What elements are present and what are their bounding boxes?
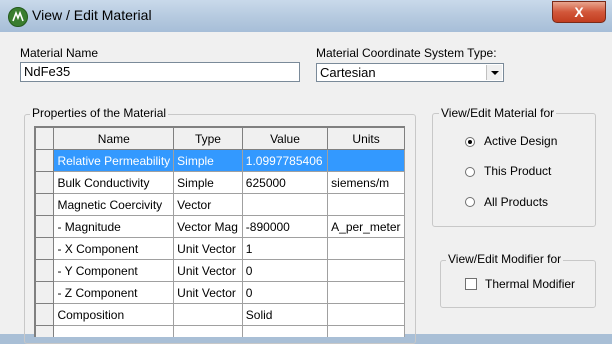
property-units[interactable] bbox=[327, 237, 405, 260]
thermal-modifier-label[interactable]: Thermal Modifier bbox=[485, 277, 575, 291]
property-value[interactable]: 1.0997785406 bbox=[241, 149, 329, 172]
table-row[interactable]: - Z Component Unit Vector 0 bbox=[35, 281, 405, 304]
property-units[interactable] bbox=[327, 149, 405, 172]
property-units[interactable] bbox=[327, 303, 405, 326]
radio-all-products[interactable] bbox=[465, 197, 475, 207]
view-edit-material-dialog: View / Edit Material X Material Name NdF… bbox=[0, 0, 612, 344]
properties-group-title: Properties of the Material bbox=[30, 106, 169, 120]
corner-cell bbox=[35, 127, 55, 150]
property-units[interactable] bbox=[327, 281, 405, 304]
close-button[interactable]: X bbox=[552, 1, 606, 23]
row-header[interactable] bbox=[35, 171, 55, 194]
table-row[interactable]: - Magnitude Vector Mag -890000 A_per_met… bbox=[35, 215, 405, 238]
empty-cell[interactable] bbox=[327, 325, 405, 337]
property-name[interactable]: - Z Component bbox=[53, 281, 175, 304]
table-row[interactable]: - X Component Unit Vector 1 bbox=[35, 237, 405, 260]
properties-table: Name Type Value Units Relative Permeabil… bbox=[34, 126, 405, 337]
property-type[interactable]: Simple bbox=[173, 171, 243, 194]
material-name-input[interactable]: NdFe35 bbox=[20, 62, 300, 82]
property-type[interactable]: Simple bbox=[173, 149, 243, 172]
table-row[interactable]: Relative Permeability Simple 1.099778540… bbox=[35, 149, 405, 172]
coordinate-system-select[interactable]: Cartesian bbox=[316, 63, 504, 82]
property-name[interactable]: Bulk Conductivity bbox=[53, 171, 175, 194]
table-row[interactable]: Bulk Conductivity Simple 625000 siemens/… bbox=[35, 171, 405, 194]
table-row[interactable]: - Y Component Unit Vector 0 bbox=[35, 259, 405, 282]
column-header-units[interactable]: Units bbox=[327, 127, 405, 150]
property-value[interactable]: Solid bbox=[241, 303, 329, 326]
view-edit-for-title: View/Edit Material for bbox=[439, 106, 557, 120]
row-header[interactable] bbox=[35, 193, 55, 216]
table-row[interactable] bbox=[35, 325, 405, 337]
property-name[interactable]: Relative Permeability bbox=[53, 149, 175, 172]
table-row[interactable]: Magnetic Coercivity Vector bbox=[35, 193, 405, 216]
property-units[interactable] bbox=[327, 193, 405, 216]
property-value[interactable]: 625000 bbox=[241, 171, 329, 194]
app-logo-icon bbox=[8, 7, 28, 27]
property-type[interactable]: Vector bbox=[173, 193, 243, 216]
material-name-label: Material Name bbox=[20, 46, 99, 60]
row-header[interactable] bbox=[35, 259, 55, 282]
property-type[interactable] bbox=[173, 303, 243, 326]
property-units[interactable] bbox=[327, 259, 405, 282]
property-units[interactable]: siemens/m bbox=[327, 171, 405, 194]
radio-this-product-label[interactable]: This Product bbox=[484, 164, 551, 178]
radio-active-design[interactable] bbox=[465, 137, 475, 147]
property-value[interactable] bbox=[241, 193, 329, 216]
column-header-value[interactable]: Value bbox=[241, 127, 329, 150]
property-value[interactable]: -890000 bbox=[241, 215, 329, 238]
radio-all-products-label[interactable]: All Products bbox=[484, 195, 548, 209]
radio-active-design-label[interactable]: Active Design bbox=[484, 134, 557, 148]
property-value[interactable]: 0 bbox=[241, 259, 329, 282]
property-type[interactable]: Unit Vector bbox=[173, 237, 243, 260]
coordinate-system-value: Cartesian bbox=[320, 65, 376, 80]
empty-cell[interactable] bbox=[173, 325, 243, 337]
property-name[interactable]: - X Component bbox=[53, 237, 175, 260]
empty-cell[interactable] bbox=[241, 325, 329, 337]
row-header[interactable] bbox=[35, 237, 55, 260]
title-bar[interactable]: View / Edit Material X bbox=[0, 0, 612, 32]
property-name[interactable]: Composition bbox=[53, 303, 175, 326]
empty-cell[interactable] bbox=[53, 325, 175, 337]
row-header[interactable] bbox=[35, 149, 55, 172]
property-name[interactable]: Magnetic Coercivity bbox=[53, 193, 175, 216]
property-value[interactable]: 1 bbox=[241, 237, 329, 260]
column-header-name[interactable]: Name bbox=[53, 127, 175, 150]
property-name[interactable]: - Magnitude bbox=[53, 215, 175, 238]
property-value[interactable]: 0 bbox=[241, 281, 329, 304]
column-header-type[interactable]: Type bbox=[173, 127, 243, 150]
chevron-down-icon[interactable] bbox=[486, 65, 502, 80]
row-header[interactable] bbox=[35, 303, 55, 326]
window-title: View / Edit Material bbox=[32, 7, 152, 23]
table-header-row: Name Type Value Units bbox=[35, 127, 405, 150]
coordinate-system-label: Material Coordinate System Type: bbox=[316, 46, 497, 60]
property-type[interactable]: Vector Mag bbox=[173, 215, 243, 238]
property-units[interactable]: A_per_meter bbox=[327, 215, 405, 238]
property-type[interactable]: Unit Vector bbox=[173, 259, 243, 282]
modifier-group-title: View/Edit Modifier for bbox=[446, 252, 564, 266]
row-header[interactable] bbox=[35, 281, 55, 304]
radio-this-product[interactable] bbox=[465, 167, 475, 177]
row-header[interactable] bbox=[35, 325, 55, 337]
thermal-modifier-checkbox[interactable] bbox=[465, 278, 477, 290]
row-header[interactable] bbox=[35, 215, 55, 238]
property-type[interactable]: Unit Vector bbox=[173, 281, 243, 304]
table-row[interactable]: Composition Solid bbox=[35, 303, 405, 326]
property-name[interactable]: - Y Component bbox=[53, 259, 175, 282]
